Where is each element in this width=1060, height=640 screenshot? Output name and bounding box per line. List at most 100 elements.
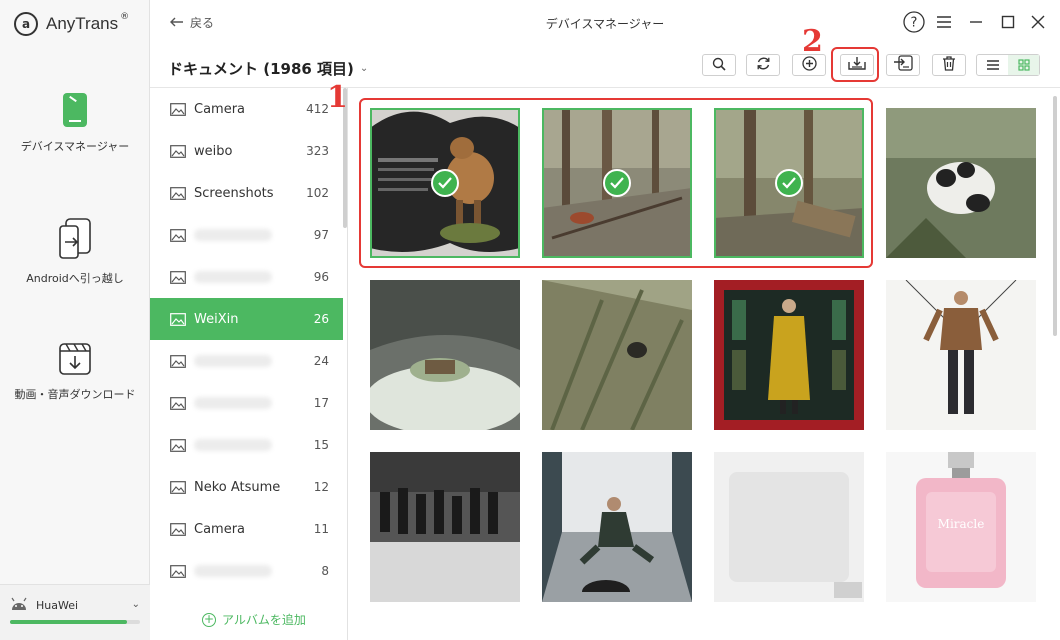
image-icon: [170, 438, 186, 452]
list-view-button[interactable]: [977, 55, 1008, 75]
grid-view-button[interactable]: [1008, 55, 1039, 75]
left-rail: a AnyTrans ® デバイスマネージャー Androidへ引っ越し 動画・…: [0, 0, 150, 640]
send-to-device-button[interactable]: [886, 54, 920, 76]
album-count: 96: [313, 270, 329, 284]
grid-scrollbar[interactable]: [1053, 96, 1057, 336]
photo-thumbnail[interactable]: Miracle: [886, 452, 1036, 602]
registered-mark: ®: [120, 12, 130, 22]
selection-highlight: [359, 98, 873, 268]
image-icon: [170, 312, 186, 326]
anytrans-logo-icon: a: [14, 12, 38, 36]
storage-bar-fill: [10, 620, 127, 624]
album-item[interactable]: 96: [150, 256, 343, 298]
phone-icon: [0, 92, 150, 128]
album-count: 26: [313, 312, 329, 326]
image-icon: [170, 270, 186, 284]
album-count: 11: [313, 522, 329, 536]
rail-item-device-manager[interactable]: デバイスマネージャー: [0, 92, 150, 154]
album-name: Camera: [194, 101, 246, 117]
chevron-down-icon[interactable]: ⌄: [132, 599, 140, 610]
toolbar: ドキュメント (1986 項目) ⌄: [150, 44, 1060, 88]
photo-thumbnail[interactable]: [714, 280, 864, 430]
photo-thumbnail[interactable]: [542, 452, 692, 602]
transfer-phone-icon: [0, 218, 150, 260]
storage-bar: [10, 620, 140, 624]
album-name-blurred: [194, 229, 272, 241]
category-title: ドキュメント (1986 項目): [168, 60, 354, 78]
album-item[interactable]: 97: [150, 214, 343, 256]
album-count: 323: [306, 144, 329, 158]
refresh-button[interactable]: [746, 54, 780, 76]
album-name: WeiXin: [194, 311, 239, 327]
device-selector[interactable]: HuaWei ⌄: [0, 584, 150, 640]
search-button[interactable]: [702, 54, 736, 76]
plus-circle-icon: +: [202, 611, 216, 627]
image-icon: [170, 354, 186, 368]
rail-item-label: 動画・音声ダウンロード: [14, 388, 136, 401]
album-name-blurred: [194, 565, 272, 577]
album-count: 97: [313, 228, 329, 242]
album-name: weibo: [194, 143, 233, 159]
maximize-icon[interactable]: [996, 10, 1020, 34]
album-item[interactable]: Camera 412: [150, 88, 343, 130]
album-name-blurred: [194, 397, 272, 409]
photo-thumbnail[interactable]: [886, 108, 1036, 258]
view-mode-toggle: [976, 54, 1040, 76]
category-dropdown[interactable]: ドキュメント (1986 項目) ⌄: [168, 58, 368, 79]
photo-thumbnail[interactable]: [370, 452, 520, 602]
delete-button[interactable]: [932, 54, 966, 76]
album-item[interactable]: Neko Atsume 12: [150, 466, 343, 508]
album-list: Camera 412 weibo 323 Screenshots 102 97 96 WeiXi…: [150, 88, 348, 640]
rail-item-label: デバイスマネージャー: [20, 140, 130, 153]
album-name-blurred: [194, 271, 272, 283]
device-name: HuaWei: [36, 599, 79, 612]
trash-icon: [942, 55, 956, 75]
album-count: 15: [313, 438, 329, 452]
add-album-label: アルバムを追加: [222, 613, 306, 627]
menu-icon[interactable]: [932, 10, 956, 34]
image-icon: [170, 186, 186, 200]
album-name: Camera: [194, 521, 246, 537]
minimize-icon[interactable]: [964, 10, 988, 34]
android-icon: [10, 597, 28, 614]
album-item[interactable]: Screenshots 102: [150, 172, 343, 214]
add-album-button[interactable]: + アルバムを追加: [202, 611, 306, 628]
album-item[interactable]: 17: [150, 382, 343, 424]
help-icon[interactable]: ?: [902, 10, 926, 34]
anytrans-window: a AnyTrans ® デバイスマネージャー Androidへ引っ越し 動画・…: [0, 0, 1060, 640]
album-name: Screenshots: [194, 185, 274, 201]
refresh-icon: [756, 56, 771, 75]
svg-text:?: ?: [911, 16, 918, 31]
export-highlight: [831, 47, 879, 82]
album-item[interactable]: weibo 323: [150, 130, 343, 172]
image-icon: [170, 228, 186, 242]
close-icon[interactable]: [1026, 10, 1050, 34]
image-icon: [170, 480, 186, 494]
rail-item-video-download[interactable]: 動画・音声ダウンロード: [0, 342, 150, 402]
rail-item-android-transfer[interactable]: Androidへ引っ越し: [0, 218, 150, 286]
list-icon: [986, 56, 1000, 75]
app-logo: a AnyTrans ®: [14, 10, 129, 38]
chevron-down-icon: ⌄: [359, 63, 369, 74]
title-bar: 戻る デバイスマネージャー ?: [150, 0, 1060, 44]
photo-thumbnail[interactable]: [714, 452, 864, 602]
step-2-label: 2: [802, 24, 823, 59]
album-count: 8: [321, 564, 329, 578]
image-icon: [170, 396, 186, 410]
album-count: 12: [313, 480, 329, 494]
album-count: 412: [306, 102, 329, 116]
photo-thumbnail[interactable]: [542, 280, 692, 430]
rail-item-label: Androidへ引っ越し: [26, 272, 124, 285]
album-item[interactable]: 8: [150, 550, 343, 592]
photo-thumbnail[interactable]: [370, 280, 520, 430]
album-count: 102: [306, 186, 329, 200]
photo-thumbnail[interactable]: [886, 280, 1036, 430]
album-count: 24: [313, 354, 329, 368]
send-to-device-icon: [893, 55, 913, 75]
album-item[interactable]: 24: [150, 340, 343, 382]
album-item[interactable]: Camera 11: [150, 508, 343, 550]
album-item[interactable]: WeiXin 26: [150, 298, 343, 340]
search-icon: [712, 56, 726, 75]
album-item[interactable]: 15: [150, 424, 343, 466]
album-name-blurred: [194, 355, 272, 367]
